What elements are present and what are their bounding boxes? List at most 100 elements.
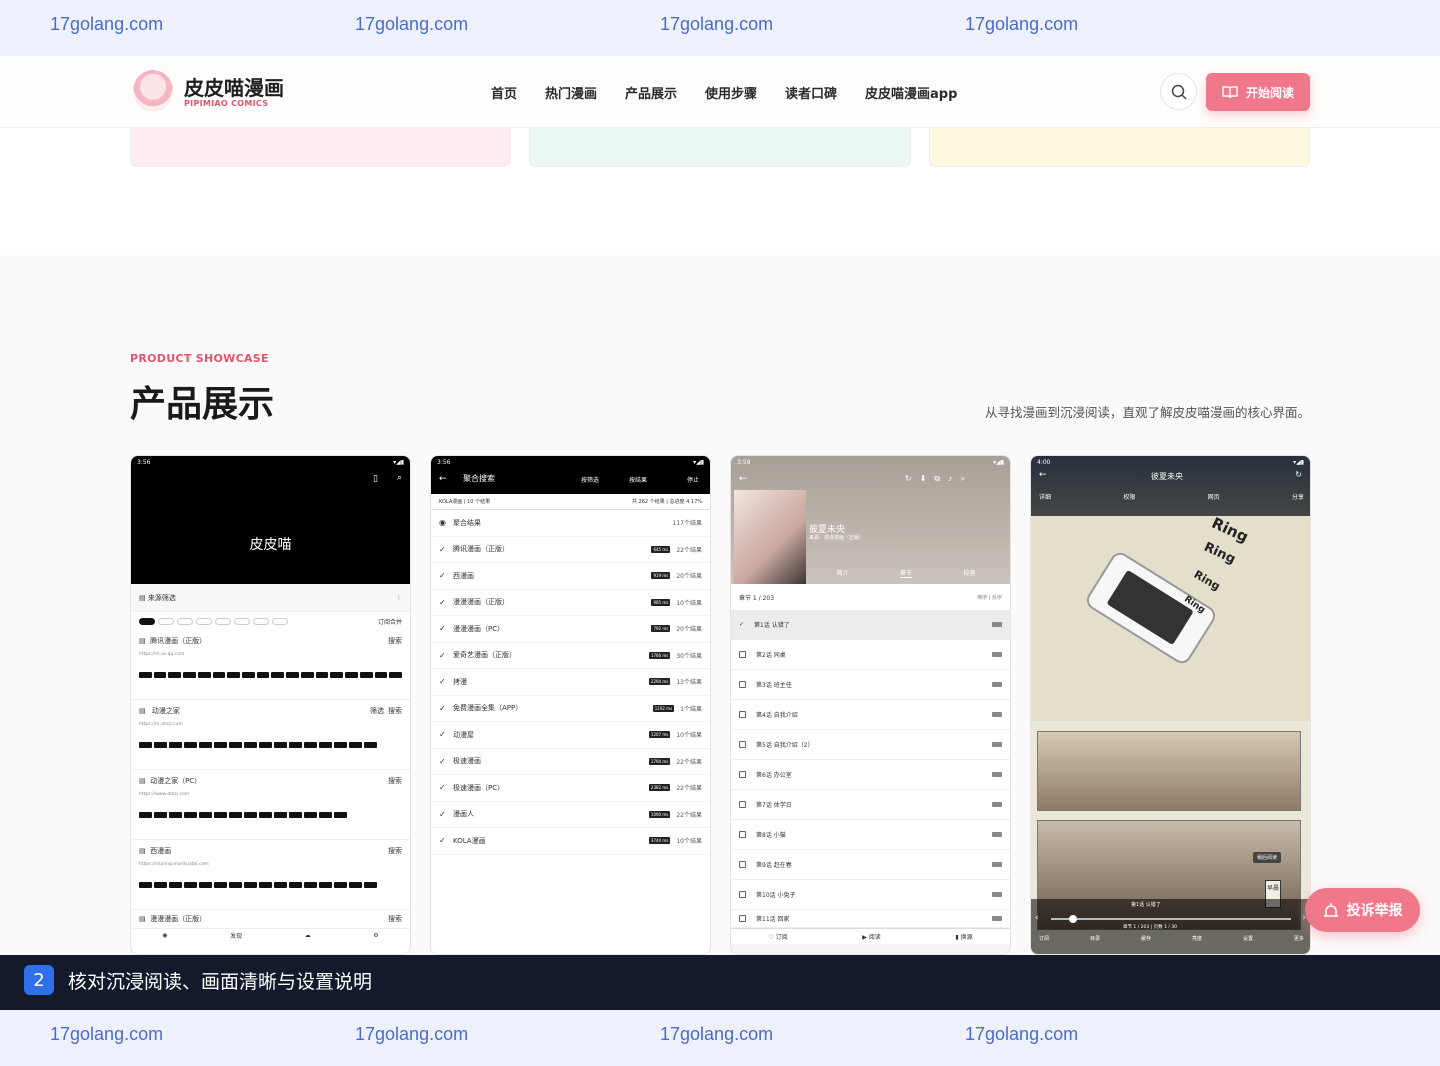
radio-icon[interactable]: ◉: [439, 518, 453, 527]
source-search[interactable]: 搜索: [388, 776, 402, 786]
chapter-row[interactable]: 第5话 自我介绍（2）: [731, 730, 1010, 760]
bookmark-icon[interactable]: ▯: [373, 474, 378, 484]
reader-more[interactable]: 更多: [1294, 935, 1304, 942]
tab-icon[interactable]: ◉: [162, 932, 167, 939]
start-reading-button[interactable]: 开始阅读: [1206, 73, 1310, 111]
back-arrow-icon[interactable]: ←: [439, 474, 447, 484]
chapter-row[interactable]: 第10话 小兔子: [731, 880, 1010, 910]
comic-cover-image[interactable]: [734, 490, 806, 584]
refresh-icon[interactable]: ↻: [1295, 470, 1302, 479]
source-search[interactable]: 搜索: [388, 914, 402, 924]
comic-source: 来源：漫漫漫画（正版）: [809, 535, 865, 541]
chapter-row[interactable]: 第9话 赶在春: [731, 850, 1010, 880]
result-name: 极速漫画（PC）: [453, 783, 505, 792]
chapter-sort[interactable]: 倒序 | 反序: [977, 594, 1002, 601]
source-card[interactable]: ▤ 动漫之家 筛选 搜索 https://m.dmzj.com: [131, 700, 410, 770]
tab-chapters[interactable]: 章节: [899, 568, 912, 578]
search-button[interactable]: [1160, 73, 1197, 110]
nav-showcase[interactable]: 产品展示: [625, 83, 677, 102]
latency-tag: 985 ms: [651, 598, 671, 606]
source-name: 动漫之家（PC）: [150, 777, 202, 785]
book-open-icon: [1222, 86, 1238, 99]
action-stop[interactable]: 停止: [687, 475, 699, 484]
result-row[interactable]: ✓ 漫漫漫画（正版） 985 ms 10个结果: [431, 590, 710, 616]
page-slider[interactable]: [1051, 915, 1291, 923]
action-filter[interactable]: 按筛选: [581, 475, 599, 484]
action-detail[interactable]: 详细: [1039, 492, 1051, 501]
chapter-row[interactable]: 第2话 同桌: [731, 640, 1010, 670]
chapter-row[interactable]: 第8话 小猫: [731, 820, 1010, 850]
cloud-icon[interactable]: ☁: [305, 932, 311, 939]
chapter-row[interactable]: 第4话 自我介绍: [731, 700, 1010, 730]
nav-hot-comics[interactable]: 热门漫画: [545, 83, 597, 102]
result-row[interactable]: ✓ 动漫屋 1207 ms 10个结果: [431, 722, 710, 749]
chapter-row[interactable]: 第11话 回家: [731, 910, 1010, 928]
tab-paragraphs[interactable]: 段落: [963, 568, 975, 578]
reader-settings[interactable]: 设置: [1243, 935, 1253, 942]
status-time: 3:59: [737, 458, 751, 466]
result-row[interactable]: ✓ 腾讯漫画（正版） 645 ms 22个结果: [431, 537, 710, 563]
watermark-text: 17golang.com: [355, 1024, 469, 1044]
nav-reviews[interactable]: 读者口碑: [785, 83, 837, 102]
result-row[interactable]: ✓ 漫画人 1090 ms 22个结果: [431, 802, 710, 828]
sort-label[interactable]: 订阅合并: [378, 617, 402, 626]
nav-home[interactable]: 首页: [491, 83, 517, 102]
logo-mascot-icon[interactable]: [133, 70, 173, 112]
slider-handle[interactable]: [1069, 915, 1077, 923]
chapter-row[interactable]: 第7话 体学日: [731, 790, 1010, 820]
brand-title[interactable]: 皮皮喵漫画: [184, 72, 284, 101]
source-filter[interactable]: 筛选: [370, 706, 384, 716]
subscribe-button[interactable]: ♡ 订阅: [768, 932, 787, 941]
chapter-row[interactable]: ✓ 第1话 认错了: [731, 610, 1010, 640]
result-row[interactable]: ✓ 漫漫漫画（PC） 792 ms 20个结果: [431, 616, 710, 643]
result-row[interactable]: ✓ 拷漫 2294 ms 13个结果: [431, 669, 710, 696]
caption-text: 核对沉浸阅读、画面清晰与设置说明: [68, 971, 373, 993]
more-icon[interactable]: ⋮: [396, 594, 402, 601]
source-card[interactable]: ▤ 动漫之家（PC） 搜索 https://www.dmzj.com: [131, 770, 410, 840]
chapter-row[interactable]: 第3话 班主任: [731, 670, 1010, 700]
gear-icon[interactable]: ⚙: [373, 932, 378, 939]
source-card[interactable]: ▤ 腾讯漫画（正版） 搜索 https://m.ac.qq.com: [131, 630, 410, 700]
result-row[interactable]: ✓ 爱奇艺漫画（正版） 1766 ms 30个结果: [431, 643, 710, 669]
tab-intro[interactable]: 简介: [837, 568, 849, 578]
action-web[interactable]: 网页: [1208, 492, 1220, 501]
source-card[interactable]: ▤ 西漫画 搜索 https://sharing.manhuatai.com: [131, 840, 410, 910]
search-icon[interactable]: ⌕: [397, 473, 402, 483]
result-row[interactable]: ✓ KOLA漫画 3744 ms 10个结果: [431, 828, 710, 855]
reader-cache[interactable]: 缓存: [1141, 935, 1151, 942]
tab-discover[interactable]: 发现: [230, 931, 242, 940]
chapter-count[interactable]: 章节 1 / 203: [739, 593, 774, 602]
switch-source-button[interactable]: ▮ 换源: [955, 932, 972, 941]
read-button[interactable]: ▶ 阅读: [862, 932, 881, 941]
nav-steps[interactable]: 使用步骤: [705, 83, 757, 102]
back-arrow-icon[interactable]: ←: [739, 474, 747, 484]
latency-tag: 645 ms: [651, 545, 671, 553]
source-search[interactable]: 搜索: [388, 846, 402, 856]
reader-subscribe[interactable]: 订阅: [1039, 935, 1049, 942]
filter-label[interactable]: 来源筛选: [148, 593, 176, 603]
back-arrow-icon[interactable]: ←: [1039, 470, 1047, 480]
reader-brightness[interactable]: 亮度: [1192, 935, 1202, 942]
source-search[interactable]: 搜索: [388, 636, 402, 646]
result-row[interactable]: ✓ 极速漫画（PC） 2382 ms 22个结果: [431, 775, 710, 802]
prev-chapter-icon[interactable]: ‹: [1035, 913, 1039, 923]
section-description: 从寻找漫画到沉浸阅读，直观了解皮皮喵漫画的核心界面。: [984, 405, 1310, 420]
action-share[interactable]: 分享: [1292, 492, 1304, 501]
result-row[interactable]: ✓ 免费漫画全集（APP） 1192 ms 1个结果: [431, 696, 710, 722]
site-header: 皮皮喵漫画 PIPIMIAO COMICS 首页 热门漫画 产品展示 使用步骤 …: [0, 56, 1440, 128]
result-row[interactable]: ✓ 西漫画 919 ms 20个结果: [431, 563, 710, 590]
nav-app[interactable]: 皮皮喵漫画app: [865, 83, 957, 102]
report-button[interactable]: 投诉举报: [1305, 888, 1420, 932]
result-row[interactable]: ✓ 极速漫画 1794 ms 22个结果: [431, 749, 710, 775]
action-permission[interactable]: 权限: [1123, 492, 1135, 501]
check-icon: ✓: [439, 783, 446, 793]
action-results[interactable]: 按结果: [629, 475, 647, 484]
source-card[interactable]: ▤ 漫漫漫画（正版） 搜索: [131, 910, 410, 928]
category-chips[interactable]: 订阅合并: [131, 612, 410, 630]
chapter-row[interactable]: 第6话 办公室: [731, 760, 1010, 790]
read-later-badge[interactable]: 稍后阅读: [1253, 852, 1282, 863]
toolbar-icons[interactable]: ↻⬇⧉⤴⌕: [905, 474, 973, 484]
source-search[interactable]: 搜索: [388, 706, 402, 716]
latency-tag: 1766 ms: [648, 651, 671, 659]
reader-toc[interactable]: 目录: [1090, 935, 1100, 942]
